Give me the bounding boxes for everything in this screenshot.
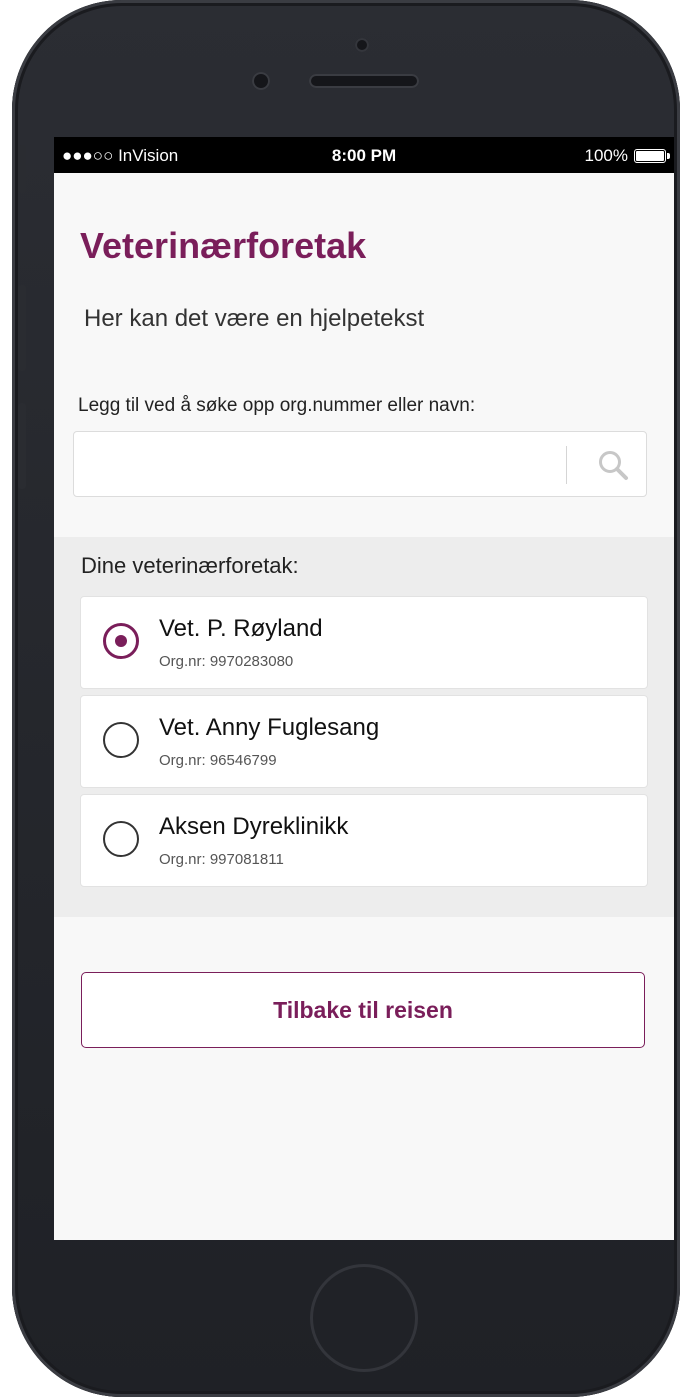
search-divider xyxy=(566,446,567,484)
help-text: Her kan det være en hjelpetekst xyxy=(84,305,425,332)
battery-icon xyxy=(634,149,670,163)
vet-org-number: Org.nr: 9970283080 xyxy=(159,653,294,670)
vet-name: Vet. P. Røyland xyxy=(159,615,323,642)
radio-icon[interactable] xyxy=(103,821,139,857)
volume-up-button xyxy=(18,285,26,371)
battery-indicator: 100% xyxy=(584,146,670,166)
radio-selected-icon[interactable] xyxy=(103,623,139,659)
search-box xyxy=(73,431,647,497)
vet-name: Aksen Dyreklinikk xyxy=(159,813,349,840)
vet-name: Vet. Anny Fuglesang xyxy=(159,714,380,741)
volume-down-button xyxy=(18,403,26,489)
search-icon[interactable] xyxy=(596,448,630,482)
list-heading: Dine veterinærforetak: xyxy=(81,553,299,578)
search-input[interactable] xyxy=(74,432,592,494)
back-button[interactable]: Tilbake til reisen xyxy=(81,972,645,1048)
app-screen: ●●●○○ InVision 8:00 PM 100% Veterinærfor… xyxy=(54,137,674,1240)
home-button[interactable] xyxy=(310,1264,418,1372)
battery-percent: 100% xyxy=(584,146,628,165)
page-title: Veterinærforetak xyxy=(80,225,367,266)
vet-org-number: Org.nr: 997081811 xyxy=(159,851,284,868)
phone-frame: ●●●○○ InVision 8:00 PM 100% Veterinærfor… xyxy=(12,0,680,1397)
front-camera-icon xyxy=(355,38,369,52)
list-item[interactable]: Vet. Anny Fuglesang Org.nr: 96546799 xyxy=(80,695,648,788)
search-label: Legg til ved å søke opp org.nummer eller… xyxy=(78,395,476,416)
radio-icon[interactable] xyxy=(103,722,139,758)
vet-list-section: Dine veterinærforetak: Vet. P. Røyland O… xyxy=(54,537,674,917)
status-bar: ●●●○○ InVision 8:00 PM 100% xyxy=(54,137,674,173)
mute-switch xyxy=(18,145,26,193)
clock: 8:00 PM xyxy=(331,146,397,165)
vet-org-number: Org.nr: 96546799 xyxy=(159,752,277,769)
list-item[interactable]: Vet. P. Røyland Org.nr: 9970283080 xyxy=(80,596,648,689)
earpiece-speaker xyxy=(309,74,419,88)
list-item[interactable]: Aksen Dyreklinikk Org.nr: 997081811 xyxy=(80,794,648,887)
sensor-icon xyxy=(252,72,270,90)
